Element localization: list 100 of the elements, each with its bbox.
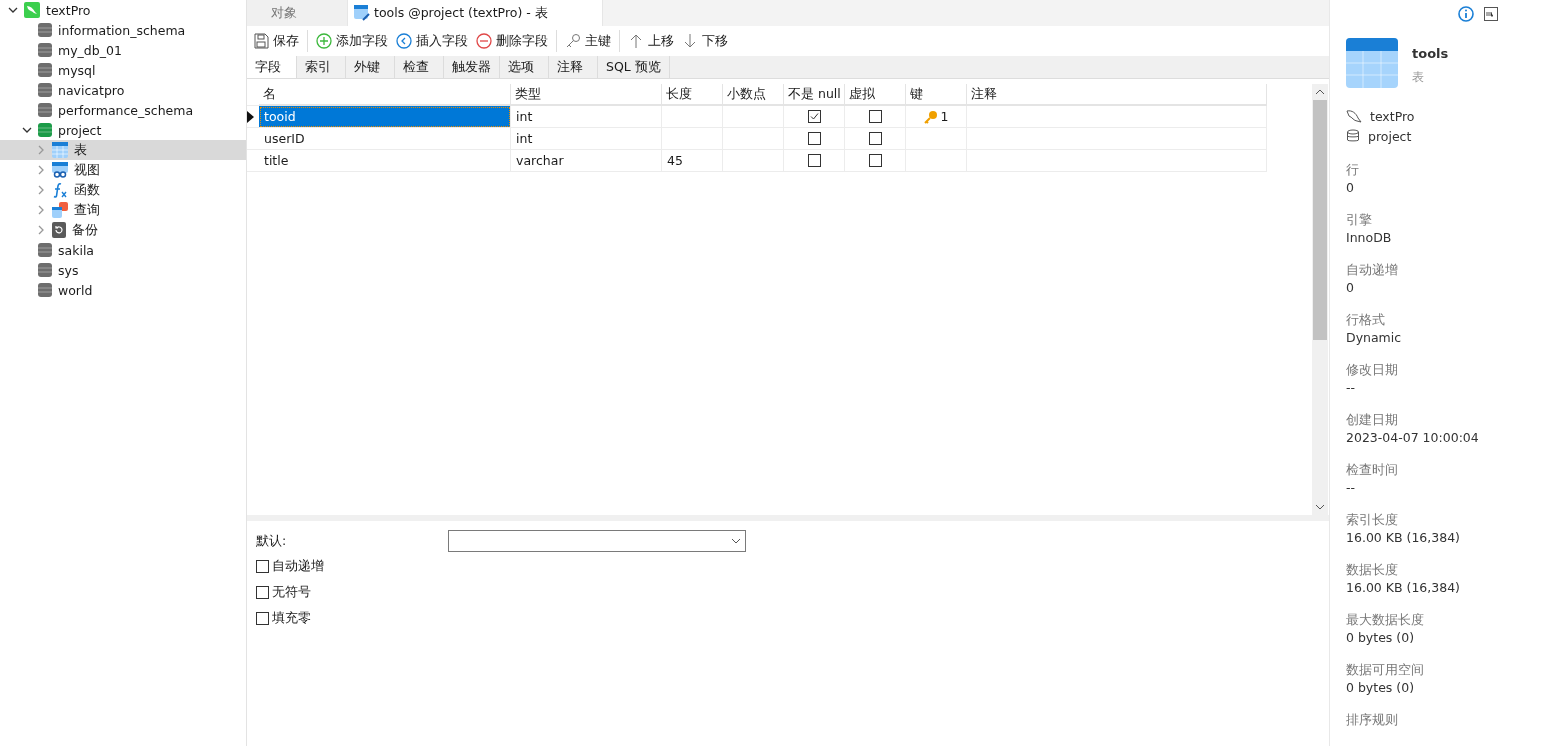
property-value: 16.00 KB (16,384) [1346,530,1461,547]
database-icon [38,42,52,58]
property-label: 创建日期 [1346,412,1399,429]
checkbox-label: 无符号 [272,583,311,601]
tree-item[interactable]: information_schema [0,20,246,40]
table-cell: int [511,128,662,150]
tree-item[interactable]: world [0,280,246,300]
database-icon [38,82,52,98]
view-icon [52,162,68,178]
tree-item[interactable]: sakila [0,240,246,260]
chevron-icon[interactable] [8,5,18,15]
tree-item[interactable]: performance_schema [0,100,246,120]
property-value: Dynamic [1346,330,1403,347]
table-cell[interactable]: userID [259,128,511,150]
column-header[interactable]: 注释 [967,84,1267,106]
table-cell[interactable]: title [259,150,511,172]
column-header[interactable]: 键 [906,84,967,106]
key-icon [565,33,581,49]
property-label: 行格式 [1346,312,1386,329]
default-dropdown[interactable] [448,530,746,552]
property-label: 最大数据长度 [1346,612,1425,629]
property-value: 0 [1346,280,1355,297]
checkbox[interactable] [256,611,269,625]
database-name: project [1368,128,1412,144]
tree-item[interactable]: sys [0,260,246,280]
property-value: 16.00 KB (16,384) [1346,580,1461,597]
arrow-left-icon [396,33,412,49]
table-cell: 45 [662,150,723,172]
checkbox[interactable] [868,110,882,123]
toolbar-button[interactable]: 插入字段 [396,32,468,50]
table-cell[interactable]: tooid [259,106,511,128]
backup-icon [52,222,66,238]
property-value: -- [1346,480,1357,497]
connection-name: textPro [1370,108,1415,124]
tree-item[interactable]: 视图 [0,160,246,180]
tree-item[interactable]: mysql [0,60,246,80]
column-header[interactable]: 虚拟 [845,84,906,106]
column-header[interactable]: 不是 null [784,84,845,106]
property-value: InnoDB [1346,230,1393,247]
property-label: 排序规则 [1346,712,1399,729]
toolbar-button[interactable]: 添加字段 [316,32,388,50]
table-icon [1346,38,1398,88]
table-cell: int [511,106,662,128]
toolbar-button[interactable]: 下移 [682,32,728,50]
plus-icon [316,33,332,49]
table-cell: varchar [511,150,662,172]
database-icon [38,282,52,298]
property-value: -- [1346,380,1357,397]
tree-item[interactable]: 函数 [0,180,246,200]
table-cell [662,106,723,128]
database-icon [38,102,52,118]
toolbar-button[interactable]: 保存 [253,32,299,50]
key-order: 1 [940,109,949,124]
property-label: 修改日期 [1346,362,1399,379]
tree-item[interactable]: my_db_01 [0,40,246,60]
column-header[interactable]: 长度 [662,84,723,106]
object-name: tools [1412,46,1449,61]
minus-icon [476,33,492,49]
tree-item[interactable]: project [0,120,246,140]
checkbox[interactable] [868,132,882,145]
toolbar-button[interactable]: 上移 [628,32,674,50]
tree-item[interactable]: 备份 [0,220,246,240]
property-label: 引擎 [1346,212,1373,229]
property-label: 检查时间 [1346,462,1399,479]
tree-item[interactable]: 查询 [0,200,246,220]
database-icon [1346,129,1360,143]
info-icon[interactable] [1458,6,1474,22]
property-value: 0 [1346,180,1355,197]
caret-icon [731,538,741,544]
scrollbar[interactable] [1312,84,1328,515]
tree-item[interactable]: 表 [0,140,246,160]
checkbox[interactable] [256,585,269,599]
checkbox[interactable] [807,132,821,145]
property-label: 数据长度 [1346,562,1399,579]
database-icon [38,62,52,78]
toolbar-button[interactable]: 主键 [565,32,611,50]
property-label: 自动递增 [1346,262,1399,279]
property-value: 2023-04-07 10:00:04 [1346,430,1480,447]
property-value: 0 bytes (0) [1346,630,1416,647]
checkbox[interactable] [868,154,882,167]
toolbar-button[interactable]: 删除字段 [476,32,548,50]
property-label: 数据可用空间 [1346,662,1425,679]
checkbox[interactable] [807,110,821,123]
column-header[interactable]: 类型 [511,84,662,106]
checkbox-label: 填充零 [272,609,311,627]
object-type: 表 [1412,69,1425,86]
function-icon [52,182,68,198]
checkbox[interactable] [807,154,821,167]
field-label: 默认: [256,532,288,550]
ddl-icon[interactable] [1484,7,1498,21]
tab[interactable]: 字段 [247,56,297,78]
document-tab[interactable]: tools @project (textPro) - 表 [348,0,603,26]
tree-item[interactable]: textPro [0,0,246,20]
tree-item[interactable]: navicatpro [0,80,246,100]
column-header[interactable]: 小数点 [723,84,784,106]
key-icon [923,109,938,124]
connection-icon [24,2,40,18]
checkbox[interactable] [256,559,269,573]
property-label: 索引长度 [1346,512,1399,529]
database-icon [38,122,52,138]
